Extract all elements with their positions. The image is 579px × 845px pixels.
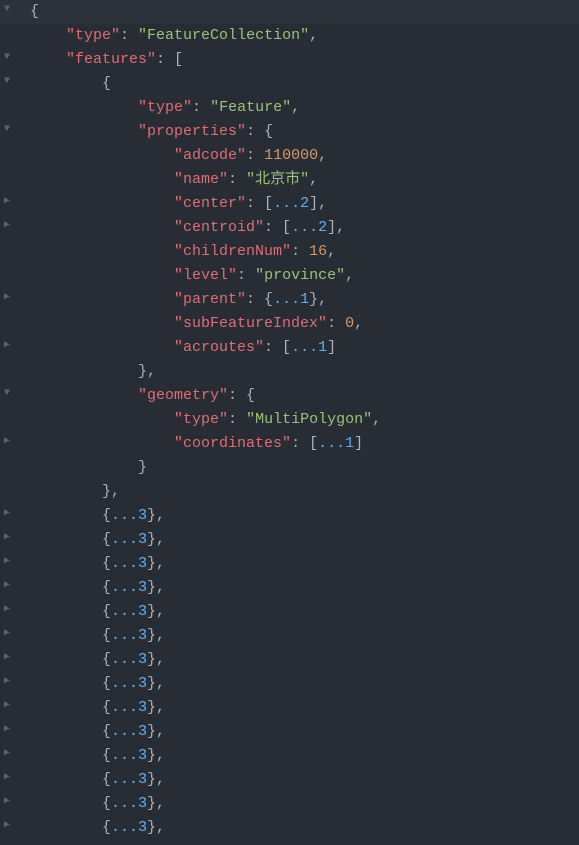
json-string: "Feature" (210, 99, 291, 116)
code-line[interactable]: "level": "province", (30, 264, 579, 288)
code-line[interactable]: {...3}, (30, 696, 579, 720)
code-line[interactable]: }, (30, 480, 579, 504)
json-key: "adcode" (174, 147, 246, 164)
code-line[interactable]: "center": [...2], (30, 192, 579, 216)
json-key: "type" (174, 411, 228, 428)
json-key: "type" (138, 99, 192, 116)
json-key: "name" (174, 171, 228, 188)
json-string: "province" (255, 267, 345, 284)
json-key: "subFeatureIndex" (174, 315, 327, 332)
fold-summary[interactable]: ...2 (273, 195, 309, 212)
fold-summary[interactable]: ...3 (111, 555, 147, 572)
code-line[interactable]: {...3}, (30, 768, 579, 792)
code-line[interactable]: "type": "FeatureCollection", (30, 24, 579, 48)
fold-summary[interactable]: ...3 (111, 507, 147, 524)
code-line[interactable]: {...3}, (30, 528, 579, 552)
json-key: "centroid" (174, 219, 264, 236)
json-key: "center" (174, 195, 246, 212)
json-key: "level" (174, 267, 237, 284)
fold-summary[interactable]: ...3 (111, 771, 147, 788)
fold-summary[interactable]: ...3 (111, 819, 147, 836)
fold-summary[interactable]: ...2 (291, 219, 327, 236)
code-line[interactable]: {...3}, (30, 720, 579, 744)
json-key: "coordinates" (174, 435, 291, 452)
code-line[interactable]: {...3}, (30, 672, 579, 696)
code-line[interactable]: "centroid": [...2], (30, 216, 579, 240)
code-line[interactable]: { (30, 72, 579, 96)
code-line[interactable]: "parent": {...1}, (30, 288, 579, 312)
json-key: "features" (66, 51, 156, 68)
fold-summary[interactable]: ...3 (111, 723, 147, 740)
code-line[interactable]: }, (30, 360, 579, 384)
json-key: "parent" (174, 291, 246, 308)
code-line[interactable]: "properties": { (30, 120, 579, 144)
json-string: "MultiPolygon" (246, 411, 372, 428)
brace-open: { (30, 3, 39, 20)
fold-summary[interactable]: ...1 (273, 291, 309, 308)
code-line[interactable]: {...3}, (30, 816, 579, 840)
fold-summary[interactable]: ...3 (111, 651, 147, 668)
code-line[interactable]: {...3}, (30, 648, 579, 672)
code-line[interactable]: "subFeatureIndex": 0, (30, 312, 579, 336)
fold-summary[interactable]: ...1 (291, 339, 327, 356)
json-string: "FeatureCollection" (138, 27, 309, 44)
json-number: 110000 (264, 147, 318, 164)
code-editor[interactable]: { "type": "FeatureCollection", "features… (0, 0, 579, 840)
fold-summary[interactable]: ...3 (111, 675, 147, 692)
code-line[interactable]: "name": "北京市", (30, 168, 579, 192)
json-number: 16 (309, 243, 327, 260)
code-line[interactable]: {...3}, (30, 552, 579, 576)
json-key: "type" (66, 27, 120, 44)
code-line[interactable]: {...3}, (30, 744, 579, 768)
code-line[interactable]: "type": "Feature", (30, 96, 579, 120)
json-key: "childrenNum" (174, 243, 291, 260)
fold-summary[interactable]: ...3 (111, 603, 147, 620)
fold-summary[interactable]: ...3 (111, 579, 147, 596)
code-line[interactable]: "type": "MultiPolygon", (30, 408, 579, 432)
code-line[interactable]: {...3}, (30, 576, 579, 600)
code-line[interactable]: "geometry": { (30, 384, 579, 408)
fold-summary[interactable]: ...3 (111, 531, 147, 548)
fold-summary[interactable]: ...1 (318, 435, 354, 452)
code-line[interactable]: "features": [ (30, 48, 579, 72)
fold-summary[interactable]: ...3 (111, 627, 147, 644)
code-line[interactable]: {...3}, (30, 504, 579, 528)
code-line[interactable]: {...3}, (30, 600, 579, 624)
fold-summary[interactable]: ...3 (111, 795, 147, 812)
code-line[interactable]: { (30, 0, 579, 24)
json-string: "北京市" (246, 171, 309, 188)
json-key: "geometry" (138, 387, 228, 404)
json-key: "acroutes" (174, 339, 264, 356)
code-line[interactable]: {...3}, (30, 792, 579, 816)
code-line[interactable]: } (30, 456, 579, 480)
json-key: "properties" (138, 123, 246, 140)
code-line[interactable]: "childrenNum": 16, (30, 240, 579, 264)
fold-summary[interactable]: ...3 (111, 699, 147, 716)
json-number: 0 (345, 315, 354, 332)
code-line[interactable]: "adcode": 110000, (30, 144, 579, 168)
code-line[interactable]: "acroutes": [...1] (30, 336, 579, 360)
code-line[interactable]: "coordinates": [...1] (30, 432, 579, 456)
fold-summary[interactable]: ...3 (111, 747, 147, 764)
code-line[interactable]: {...3}, (30, 624, 579, 648)
